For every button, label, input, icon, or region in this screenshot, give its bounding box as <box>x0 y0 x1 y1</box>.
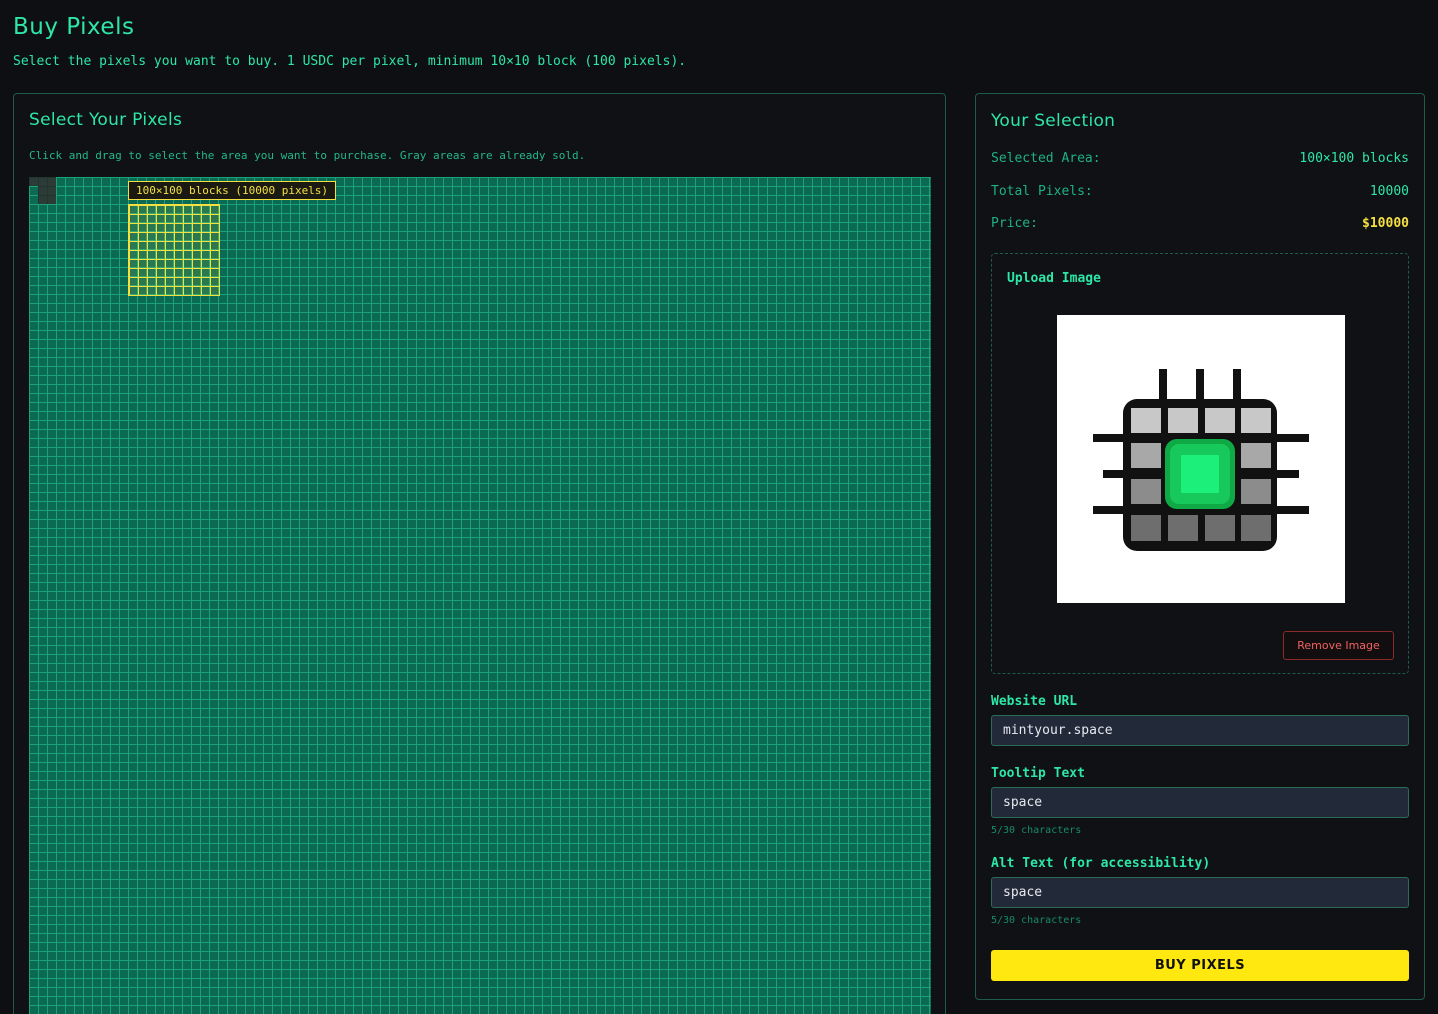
uploaded-image-preview <box>1057 315 1345 603</box>
price-row: Price: $10000 <box>991 216 1409 231</box>
buy-pixels-button[interactable]: BUY PIXELS <box>991 950 1409 981</box>
selection-title: Your Selection <box>991 111 1116 131</box>
selection-panel: Your Selection Selected Area: 100×100 bl… <box>975 93 1425 1000</box>
selector-description: Click and drag to select the area you wa… <box>29 149 586 162</box>
alt-text-char-count: 5/30 characters <box>991 915 1082 926</box>
alt-text-input[interactable] <box>991 877 1409 908</box>
remove-image-button[interactable]: Remove Image <box>1283 631 1394 660</box>
alt-text-label: Alt Text (for accessibility) <box>991 856 1211 871</box>
upload-image-area[interactable]: Upload Image Remove Image <box>991 253 1409 674</box>
tooltip-text-input[interactable] <box>991 787 1409 818</box>
page-title: Buy Pixels <box>13 14 135 40</box>
sold-pixel-block <box>38 177 56 204</box>
upload-image-label: Upload Image <box>1007 271 1101 286</box>
website-url-input[interactable] <box>991 715 1409 746</box>
sold-pixel-block <box>29 177 38 186</box>
chip-logo-image <box>1093 369 1309 551</box>
selection-area[interactable] <box>128 204 220 296</box>
total-pixels-value: 10000 <box>1369 184 1409 199</box>
selected-area-label: Selected Area: <box>991 151 1101 166</box>
pixel-grid-canvas[interactable]: 100×100 blocks (10000 pixels) <box>29 177 931 1014</box>
tooltip-char-count: 5/30 characters <box>991 825 1082 836</box>
buy-pixels-page: Buy Pixels Select the pixels you want to… <box>0 0 1438 1014</box>
selection-size-label: 100×100 blocks (10000 pixels) <box>128 181 337 200</box>
selector-title: Select Your Pixels <box>29 110 183 130</box>
price-label: Price: <box>991 216 1038 231</box>
selected-area-row: Selected Area: 100×100 blocks <box>991 151 1409 166</box>
pixel-selector-panel: Select Your Pixels Click and drag to sel… <box>13 93 946 1014</box>
website-url-label: Website URL <box>991 694 1078 709</box>
price-value: $10000 <box>1362 216 1409 231</box>
total-pixels-row: Total Pixels: 10000 <box>991 184 1409 199</box>
selected-area-value: 100×100 blocks <box>1299 151 1409 166</box>
page-subtitle: Select the pixels you want to buy. 1 USD… <box>13 54 687 69</box>
total-pixels-label: Total Pixels: <box>991 184 1093 199</box>
tooltip-text-label: Tooltip Text <box>991 766 1085 781</box>
